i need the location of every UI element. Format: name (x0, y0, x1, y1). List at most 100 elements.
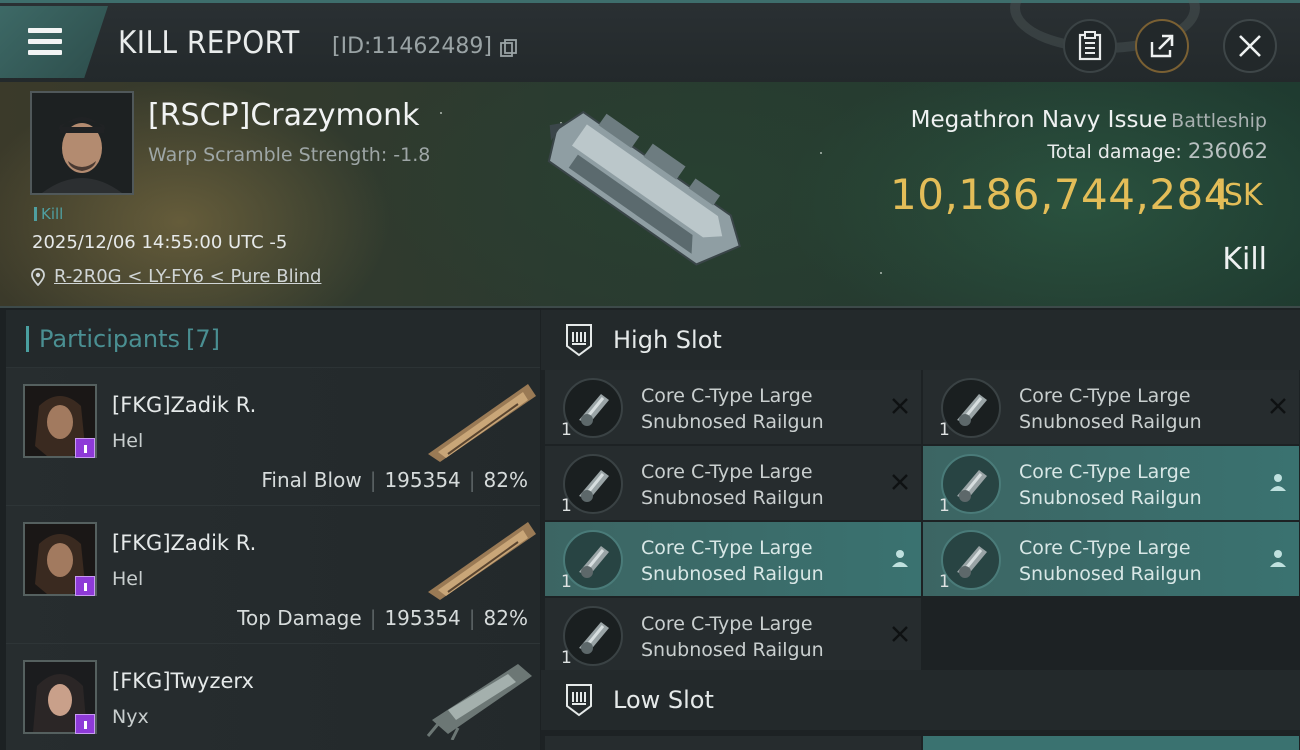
total-damage: Total damage: 236062 (1047, 139, 1268, 163)
participant-ship: Hel (112, 568, 144, 590)
high-slot-module[interactable]: 1 Core C-Type Large Snubnosed Railgun (923, 370, 1299, 444)
participants-count: [7] (185, 324, 220, 353)
module-name: Core C-Type Large Snubnosed Railgun (1019, 537, 1202, 585)
destroyed-x-icon (892, 398, 908, 414)
destroyed-x-icon (892, 474, 908, 490)
module-name: Core C-Type Large Snubnosed Railgun (641, 613, 824, 661)
close-button[interactable] (1223, 19, 1277, 73)
low-slot-label: Low Slot (613, 686, 714, 714)
location-link[interactable]: R-2R0G < LY-FY6 < Pure Blind (54, 266, 321, 287)
participant-role: Final Blow (261, 468, 362, 492)
person-icon (1270, 550, 1286, 567)
participant-percent: 82% (483, 606, 528, 630)
isk-unit: ISK (1215, 178, 1263, 213)
low-slot-icon (566, 684, 592, 717)
railgun-icon (563, 454, 623, 514)
victim-name[interactable]: [RSCP]Crazymonk (148, 98, 419, 133)
participant-ship-image (426, 664, 532, 740)
railgun-icon (941, 454, 1001, 514)
victim-portrait[interactable] (30, 91, 134, 195)
railgun-icon (563, 378, 623, 438)
participant-name: [FKG]Zadik R. (112, 393, 257, 417)
participant-ship: Hel (112, 430, 144, 452)
ship-name-text: Megathron Navy Issue (910, 107, 1168, 133)
person-icon (892, 550, 908, 567)
low-slot-module-peek[interactable] (923, 736, 1299, 750)
railgun-icon (563, 606, 623, 666)
participant-role: Top Damage (237, 606, 362, 630)
avatar (32, 93, 132, 193)
low-slot-header: Low Slot (541, 670, 1300, 730)
high-slot-header: High Slot (541, 310, 1300, 370)
total-damage-value: 236062 (1187, 139, 1268, 163)
participant-row[interactable]: [FKG]Twyzerx Nyx (6, 644, 540, 750)
ship-class: Battleship (1171, 110, 1267, 132)
destroyed-x-icon (1270, 398, 1286, 414)
victim-panel: [RSCP]Crazymonk Warp Scramble Strength: … (0, 82, 1300, 308)
warp-scramble-strength: Warp Scramble Strength: -1.8 (148, 144, 431, 166)
top-bar: KILL REPORT [ID:11462489] (0, 0, 1300, 82)
person-icon (1270, 474, 1286, 491)
module-quantity: 1 (939, 496, 950, 516)
railgun-icon (941, 378, 1001, 438)
participant-name: [FKG]Twyzerx (112, 669, 254, 693)
corp-badge (75, 438, 95, 458)
total-damage-label: Total damage: (1047, 141, 1182, 163)
high-slot-label: High Slot (613, 326, 722, 354)
victim-ship-name[interactable]: Megathron Navy Issue Battleship (911, 107, 1267, 133)
share-button[interactable] (1135, 19, 1189, 73)
close-icon (1239, 35, 1261, 57)
participant-row[interactable]: [FKG]Zadik R. Hel Final Blow | 195354 | 82% (6, 368, 540, 506)
module-name: Core C-Type Large Snubnosed Railgun (641, 537, 824, 585)
module-quantity: 1 (561, 420, 572, 440)
module-name: Core C-Type Large Snubnosed Railgun (641, 385, 824, 433)
participant-ship-image (428, 522, 536, 600)
participant-ship-image (428, 384, 536, 462)
participant-row[interactable]: [FKG]Zadik R. Hel Top Damage | 195354 | 82% (6, 506, 540, 644)
corp-badge (75, 714, 95, 734)
report-id: [ID:11462489] (332, 34, 492, 59)
share-icon (1150, 34, 1174, 58)
high-slot-icon (566, 324, 592, 357)
copy-icon[interactable] (500, 39, 518, 57)
clipboard-button[interactable] (1063, 19, 1117, 73)
railgun-icon (563, 530, 623, 590)
participants-label: Participants (39, 324, 180, 353)
menu-button[interactable] (0, 6, 108, 78)
module-name: Core C-Type Large Snubnosed Railgun (1019, 385, 1202, 433)
railgun-icon (941, 530, 1001, 590)
low-slot-module-peek[interactable] (545, 736, 921, 750)
module-name: Core C-Type Large Snubnosed Railgun (1019, 461, 1202, 509)
participants-panel: Participants [7] [FKG]Zadik R. Hel Final… (6, 310, 540, 750)
hamburger-icon (28, 28, 62, 33)
participant-name: [FKG]Zadik R. (112, 531, 257, 555)
page-title: KILL REPORT (118, 25, 300, 61)
module-name: Core C-Type Large Snubnosed Railgun (641, 461, 824, 509)
participants-header: Participants [7] (6, 310, 540, 368)
high-slot-module[interactable]: 1 Core C-Type Large Snubnosed Railgun (545, 522, 921, 596)
participant-stats: Top Damage | 195354 | 82% (237, 606, 528, 630)
result-label: Kill (1222, 242, 1267, 277)
clipboard-icon (1078, 31, 1102, 61)
high-slot-module[interactable]: 1 Core C-Type Large Snubnosed Railgun (923, 522, 1299, 596)
participant-stats: Final Blow | 195354 | 82% (261, 468, 528, 492)
module-quantity: 1 (561, 496, 572, 516)
kill-timestamp: 2025/12/06 14:55:00 UTC -5 (32, 232, 288, 253)
corp-badge (75, 576, 95, 596)
high-slot-module[interactable]: 1 Core C-Type Large Snubnosed Railgun (923, 446, 1299, 520)
high-slot-module[interactable]: 1 Core C-Type Large Snubnosed Railgun (545, 370, 921, 444)
participant-percent: 82% (483, 468, 528, 492)
participant-ship: Nyx (112, 706, 149, 728)
high-slot-module[interactable]: 1 Core C-Type Large Snubnosed Railgun (545, 598, 921, 672)
location-pin-icon (31, 268, 45, 286)
participant-damage: 195354 (384, 606, 461, 630)
high-slot-module[interactable]: 1 Core C-Type Large Snubnosed Railgun (545, 446, 921, 520)
module-quantity: 1 (561, 648, 572, 668)
destroyed-x-icon (892, 626, 908, 642)
participant-damage: 195354 (384, 468, 461, 492)
isk-value: 10,186,744,284 (890, 170, 1231, 219)
fitting-panel: High Slot 1 Core C-Type Large Snubnosed R… (541, 308, 1300, 750)
victim-ship-image[interactable] (528, 94, 768, 294)
kill-tag: Kill (34, 205, 63, 223)
module-quantity: 1 (939, 572, 950, 592)
